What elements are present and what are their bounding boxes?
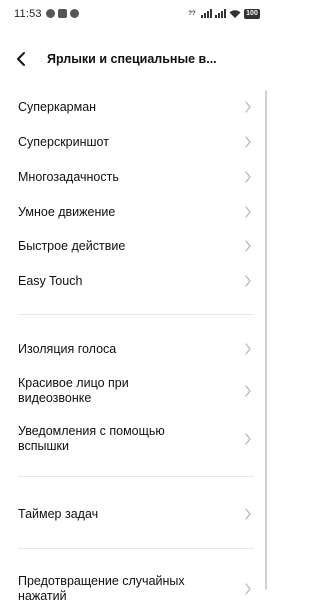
header: Ярлыки и специальные в...	[0, 42, 270, 76]
back-arrow-icon[interactable]	[12, 48, 32, 70]
item-label: Таймер задач	[18, 507, 99, 521]
section-divider	[18, 314, 254, 315]
list-item-superscreenshot[interactable]: Суперскриншот	[0, 130, 262, 154]
message-icon	[46, 9, 55, 18]
cellular-signal-icon	[201, 9, 212, 18]
cellular-signal-2-icon	[215, 9, 226, 18]
status-bar: 11:53 ?? 100	[0, 0, 270, 30]
chevron-right-icon	[245, 508, 251, 520]
item-label: Умное движение	[18, 205, 116, 219]
list-item-multitasking[interactable]: Многозадачность	[0, 165, 262, 189]
battery-icon: 100	[244, 8, 260, 19]
list-item-task-timer[interactable]: Таймер задач	[0, 502, 262, 526]
list-item-video-call-beauty[interactable]: Красивое лицо при видеозвонке	[0, 374, 262, 408]
item-label: Суперкарман	[18, 100, 97, 114]
item-label: Быстрое действие	[18, 239, 126, 253]
chevron-right-icon	[245, 385, 251, 397]
status-time: 11:53	[14, 8, 42, 20]
chevron-right-icon	[245, 171, 251, 183]
list-item-superpocket[interactable]: Суперкарман	[0, 95, 262, 119]
chevron-right-icon	[245, 101, 251, 113]
chevron-right-icon	[245, 136, 251, 148]
section-divider	[18, 476, 254, 477]
list-item-voice-isolation[interactable]: Изоляция голоса	[0, 337, 262, 361]
item-label: Красивое лицо при видеозвонке	[18, 376, 129, 405]
item-label: Easy Touch	[18, 274, 83, 288]
wifi-icon	[229, 9, 241, 18]
network-speed: ??	[188, 10, 196, 17]
notification-icons	[46, 9, 79, 18]
chevron-right-icon	[245, 206, 251, 218]
alarm-icon	[70, 9, 79, 18]
chevron-right-icon	[245, 343, 251, 355]
item-label: Изоляция голоса	[18, 342, 117, 356]
list-item-easy-touch[interactable]: Easy Touch	[0, 269, 262, 293]
list-item-accidental-touch-prevention[interactable]: Предотвращение случайных нажатий	[0, 572, 262, 600]
list-item-quick-action[interactable]: Быстрое действие	[0, 234, 262, 258]
item-label: Предотвращение случайных нажатий	[18, 574, 185, 600]
item-label: Суперскриншот	[18, 135, 109, 149]
chevron-right-icon	[245, 433, 251, 445]
scrollbar[interactable]	[265, 90, 267, 590]
item-label: Уведомления с помощью вспышки	[18, 424, 165, 453]
list-item-flash-notifications[interactable]: Уведомления с помощью вспышки	[0, 422, 262, 456]
page-title: Ярлыки и специальные в...	[47, 52, 217, 66]
list-item-smart-motion[interactable]: Умное движение	[0, 200, 262, 224]
app-notification-icon	[58, 9, 67, 18]
section-divider	[18, 548, 254, 549]
status-indicators: ?? 100	[186, 7, 260, 20]
item-label: Многозадачность	[18, 170, 119, 184]
chevron-right-icon	[245, 275, 251, 287]
chevron-right-icon	[245, 240, 251, 252]
chevron-right-icon	[245, 583, 251, 595]
